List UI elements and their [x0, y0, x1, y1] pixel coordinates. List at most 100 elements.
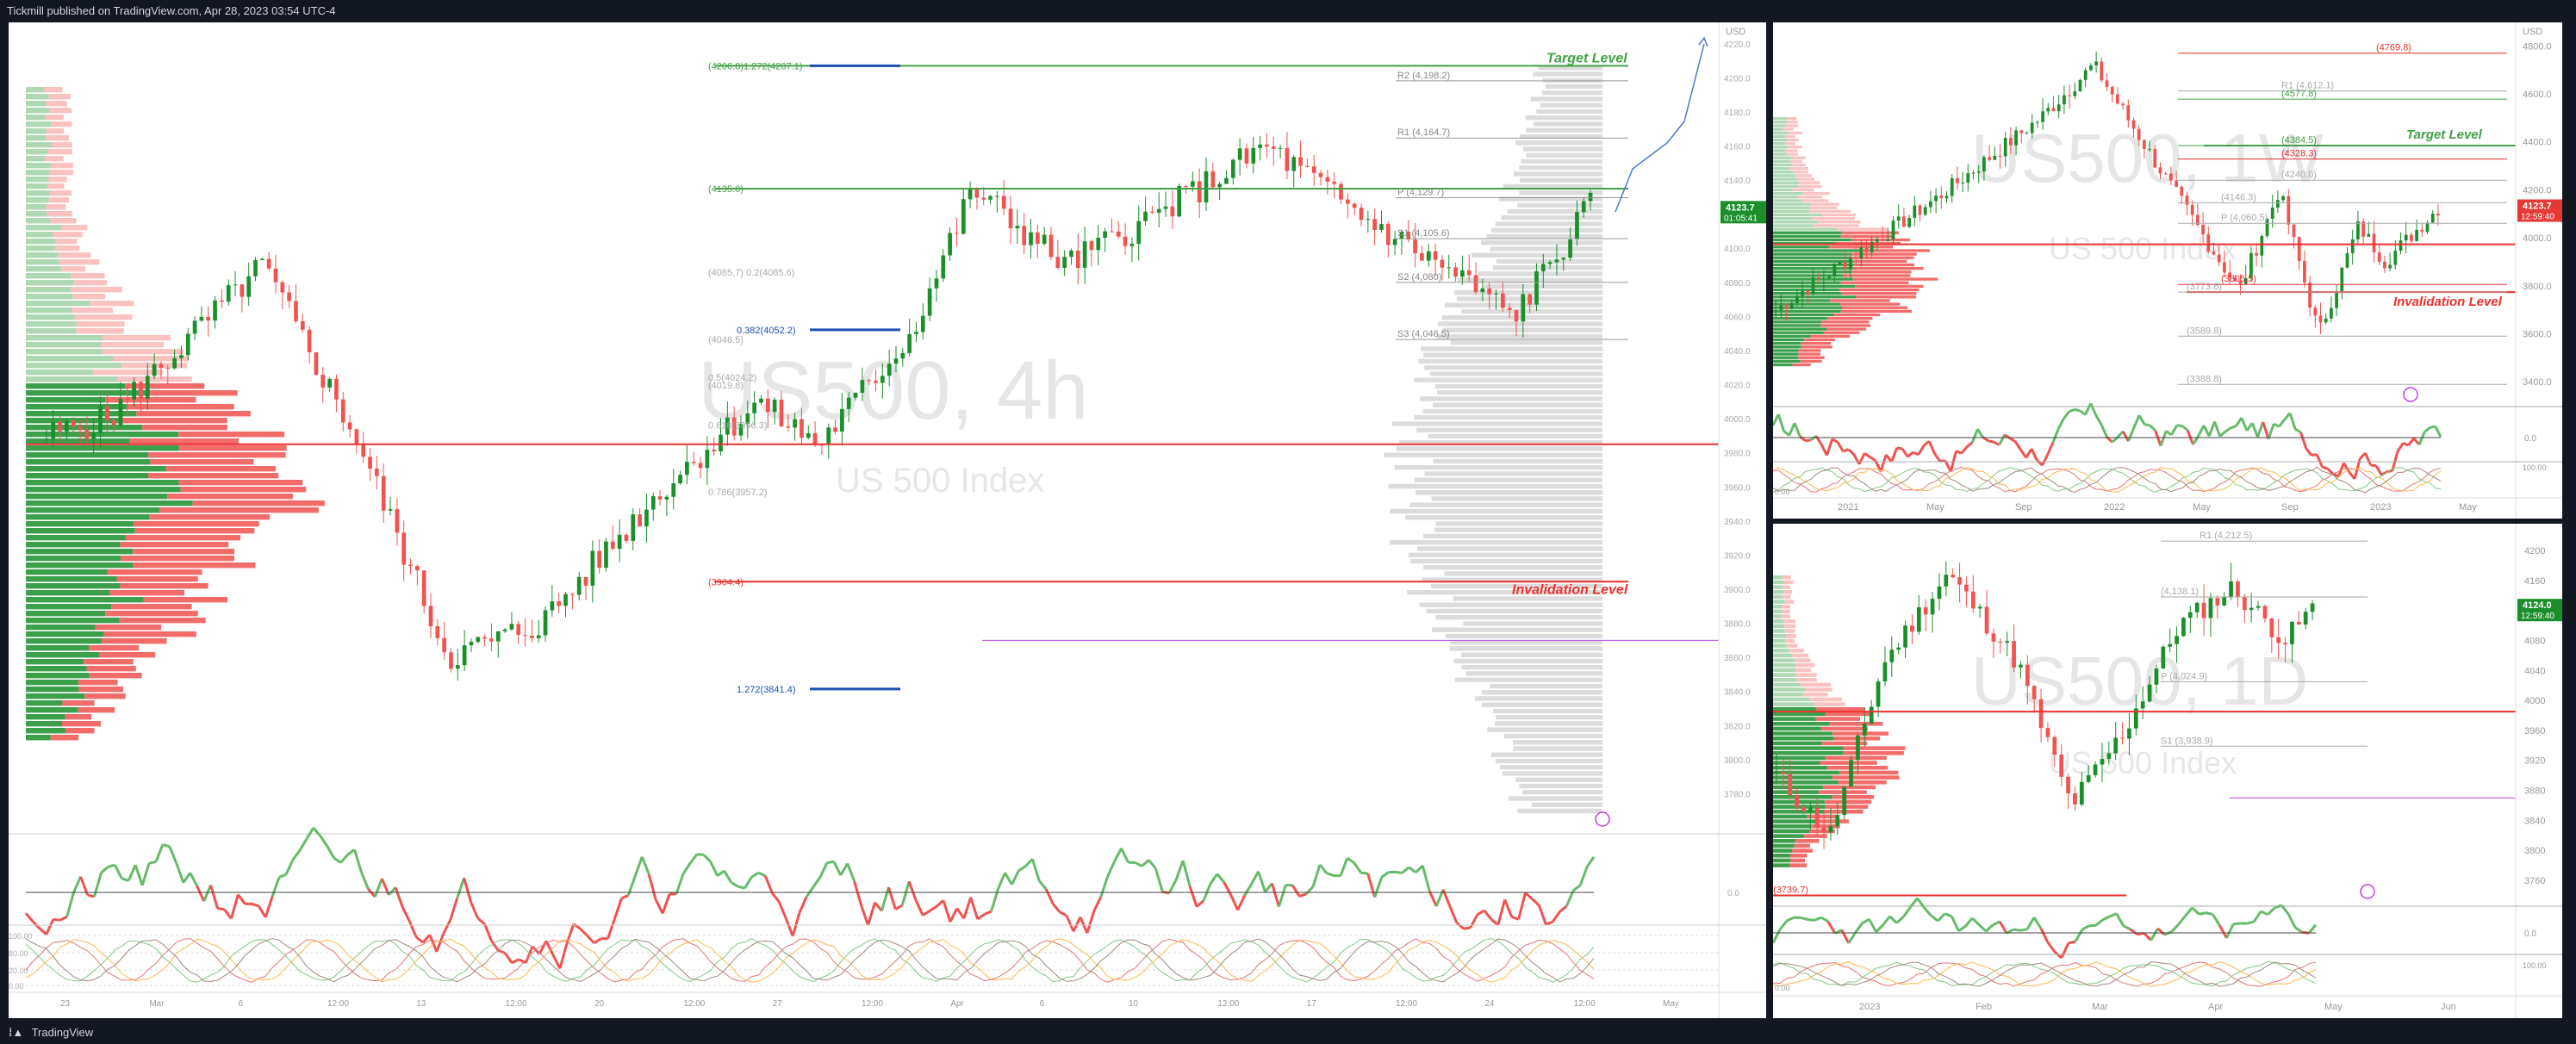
- weekly-candle[interactable]: [2350, 239, 2355, 253]
- main-candle[interactable]: [981, 197, 986, 200]
- main-candle[interactable]: [449, 652, 453, 669]
- main-candle[interactable]: [1042, 234, 1047, 245]
- weekly-candle[interactable]: [2383, 261, 2386, 269]
- weekly-candle[interactable]: [2148, 148, 2151, 150]
- main-candle[interactable]: [678, 475, 682, 484]
- weekly-candle[interactable]: [2019, 130, 2024, 134]
- weekly-candle[interactable]: [2404, 234, 2408, 241]
- main-candle[interactable]: [907, 333, 912, 353]
- weekly-candle[interactable]: [2163, 173, 2168, 175]
- weekly-candle[interactable]: [2297, 237, 2301, 262]
- daily-candle[interactable]: [1964, 584, 1969, 592]
- main-candle[interactable]: [266, 258, 271, 269]
- main-candle[interactable]: [765, 398, 770, 413]
- main-candle[interactable]: [375, 469, 379, 476]
- main-candle[interactable]: [530, 635, 534, 638]
- weekly-candle[interactable]: [1784, 305, 1789, 309]
- main-candle[interactable]: [1103, 231, 1107, 238]
- weekly-candle[interactable]: [2185, 196, 2189, 205]
- weekly-candle[interactable]: [1918, 205, 1922, 215]
- daily-chart-1d[interactable]: US500, 1D US 500 Index R1 (4,212.5) (4,138.…: [1773, 524, 2562, 1018]
- weekly-candle[interactable]: [2303, 261, 2306, 283]
- main-candle[interactable]: [638, 514, 642, 527]
- main-candle[interactable]: [192, 320, 197, 334]
- daily-candle[interactable]: [1882, 662, 1888, 682]
- main-candle[interactable]: [260, 258, 264, 260]
- main-candle[interactable]: [388, 509, 393, 511]
- weekly-candle[interactable]: [1864, 247, 1869, 252]
- weekly-candle[interactable]: [2388, 264, 2392, 269]
- main-candle[interactable]: [1339, 183, 1343, 200]
- weekly-candle[interactable]: [2430, 214, 2435, 223]
- main-candle[interactable]: [334, 378, 339, 400]
- main-candle[interactable]: [421, 570, 426, 606]
- weekly-candle[interactable]: [1907, 217, 1911, 227]
- main-candle[interactable]: [273, 268, 278, 283]
- main-candle[interactable]: [1217, 183, 1222, 188]
- weekly-candle[interactable]: [2078, 79, 2082, 92]
- main-candle[interactable]: [51, 421, 56, 439]
- main-candle[interactable]: [502, 629, 507, 631]
- daily-candle[interactable]: [1889, 649, 1895, 662]
- main-candle[interactable]: [213, 300, 217, 321]
- main-candle[interactable]: [1507, 308, 1512, 311]
- weekly-candle[interactable]: [1988, 157, 1991, 160]
- weekly-candle[interactable]: [2105, 80, 2109, 87]
- main-candle[interactable]: [955, 233, 959, 234]
- main-candle[interactable]: [1082, 241, 1087, 268]
- main-candle[interactable]: [1008, 208, 1013, 229]
- main-candle[interactable]: [408, 564, 413, 567]
- main-candle[interactable]: [887, 364, 892, 376]
- main-candle[interactable]: [1258, 144, 1262, 148]
- main-candle[interactable]: [860, 380, 865, 393]
- main-candle[interactable]: [1561, 258, 1566, 260]
- weekly-candle[interactable]: [2153, 148, 2157, 168]
- main-candle[interactable]: [401, 532, 407, 565]
- daily-candle[interactable]: [2187, 612, 2193, 618]
- daily-candle[interactable]: [2269, 618, 2274, 637]
- daily-candle[interactable]: [1957, 577, 1962, 585]
- main-candle[interactable]: [152, 364, 157, 376]
- daily-candle[interactable]: [2249, 607, 2254, 611]
- main-candle[interactable]: [1311, 166, 1316, 173]
- main-candle[interactable]: [1385, 224, 1391, 245]
- weekly-candle[interactable]: [2158, 167, 2162, 174]
- weekly-candle[interactable]: [1934, 195, 1938, 202]
- weekly-candle[interactable]: [1876, 239, 1879, 242]
- daily-candle[interactable]: [2073, 793, 2077, 805]
- weekly-candle[interactable]: [2436, 214, 2440, 216]
- main-candle[interactable]: [786, 426, 791, 428]
- main-candle[interactable]: [624, 534, 629, 541]
- main-candle[interactable]: [800, 419, 804, 438]
- main-candle[interactable]: [314, 351, 319, 376]
- weekly-candle[interactable]: [1982, 157, 1986, 172]
- daily-candle[interactable]: [1795, 795, 1799, 807]
- main-candle[interactable]: [1528, 294, 1532, 305]
- weekly-candle[interactable]: [1929, 201, 1932, 208]
- weekly-candle[interactable]: [2041, 111, 2044, 122]
- main-candle[interactable]: [1136, 221, 1142, 245]
- weekly-candle[interactable]: [2063, 95, 2066, 105]
- main-candle[interactable]: [428, 606, 433, 627]
- daily-candle[interactable]: [2025, 664, 2030, 687]
- main-candle[interactable]: [1123, 236, 1128, 246]
- daily-candle[interactable]: [2106, 753, 2112, 760]
- main-candle[interactable]: [185, 333, 190, 356]
- weekly-candle[interactable]: [1838, 262, 1842, 264]
- main-candle[interactable]: [320, 375, 326, 388]
- main-candle[interactable]: [1244, 148, 1249, 164]
- main-candle[interactable]: [1156, 208, 1161, 213]
- main-candle[interactable]: [1540, 264, 1546, 271]
- main-candle[interactable]: [1392, 239, 1397, 245]
- main-candle[interactable]: [435, 626, 440, 638]
- main-candle[interactable]: [1359, 208, 1364, 221]
- weekly-candle[interactable]: [2217, 254, 2221, 263]
- main-candle[interactable]: [1271, 146, 1276, 149]
- main-candle[interactable]: [1426, 251, 1431, 261]
- main-candle[interactable]: [1015, 226, 1020, 229]
- main-candle[interactable]: [1332, 181, 1337, 184]
- main-candle[interactable]: [368, 457, 372, 469]
- main-candle[interactable]: [934, 278, 939, 289]
- main-candle[interactable]: [1197, 181, 1202, 203]
- main-candle[interactable]: [570, 593, 575, 595]
